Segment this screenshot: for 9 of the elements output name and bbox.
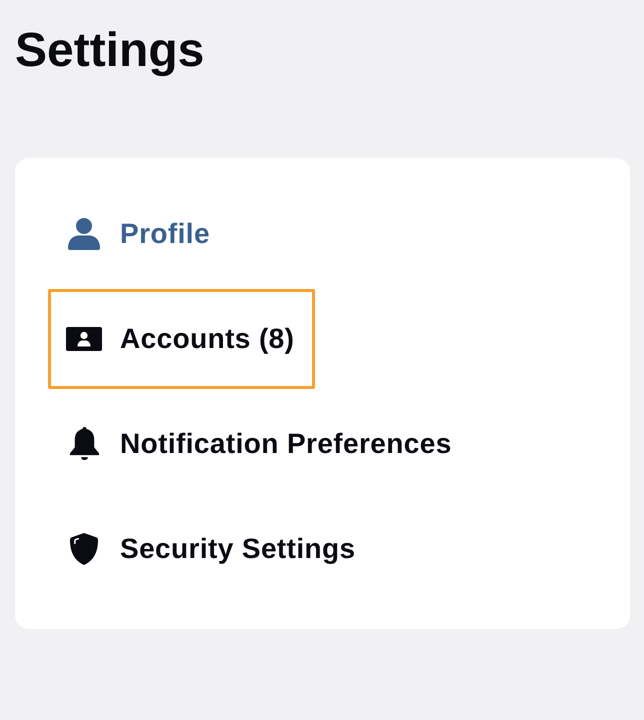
page-title: Settings [15, 23, 206, 79]
menu-item[interactable]: Security Settings [48, 498, 377, 599]
menu-item[interactable]: Notification Preferences [48, 394, 473, 494]
bell-icon [68, 427, 100, 460]
shield-icon [70, 532, 98, 565]
person-icon [66, 218, 102, 250]
menu-item[interactable]: Accounts (8) [48, 288, 316, 389]
menu-item[interactable]: Profile [48, 184, 231, 284]
id-card-icon [66, 326, 102, 351]
